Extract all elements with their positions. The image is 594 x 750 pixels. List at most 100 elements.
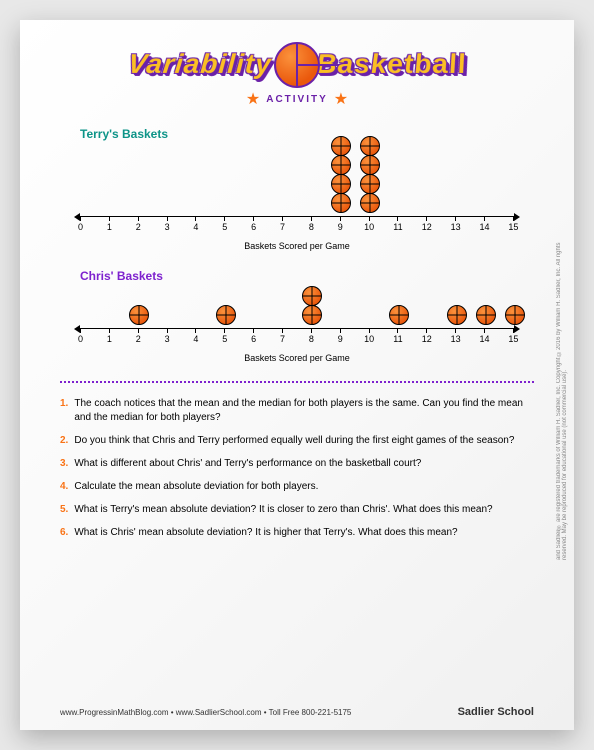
basketball-icon bbox=[302, 305, 322, 325]
basketball-icon bbox=[447, 305, 467, 325]
tick-label: 7 bbox=[280, 222, 285, 232]
tick: 7 bbox=[282, 216, 283, 221]
tick: 5 bbox=[224, 328, 225, 333]
question-text: What is Terry's mean absolute deviation?… bbox=[74, 503, 492, 517]
tick-label: 5 bbox=[222, 222, 227, 232]
dotplot-chris: 0123456789101112131415 bbox=[60, 287, 534, 347]
tick: 6 bbox=[253, 216, 254, 221]
tick: 12 bbox=[426, 328, 427, 333]
tick-label: 9 bbox=[338, 222, 343, 232]
tick-label: 0 bbox=[78, 334, 83, 344]
tick: 2 bbox=[138, 328, 139, 333]
tick-label: 6 bbox=[251, 334, 256, 344]
tick: 12 bbox=[426, 216, 427, 221]
tick: 4 bbox=[195, 216, 196, 221]
basketball-icon bbox=[302, 286, 322, 306]
tick: 8 bbox=[311, 328, 312, 333]
question-item: 5. What is Terry's mean absolute deviatio… bbox=[60, 503, 534, 517]
tick: 4 bbox=[195, 328, 196, 333]
tick-label: 8 bbox=[309, 334, 314, 344]
chris-chart: Chris' Baskets 0123456789101112131415 Ba… bbox=[60, 269, 534, 363]
divider bbox=[60, 381, 534, 383]
x-axis-label: Baskets Scored per Game bbox=[60, 241, 534, 251]
tick: 15 bbox=[513, 328, 514, 333]
star-icon: ★ bbox=[246, 89, 260, 109]
tick-label: 11 bbox=[393, 222, 402, 232]
question-number: 4. bbox=[60, 480, 68, 494]
tick: 6 bbox=[253, 328, 254, 333]
tick: 11 bbox=[397, 216, 398, 221]
question-text: What is Chris' mean absolute deviation? … bbox=[74, 526, 457, 540]
footer-brand: Sadlier School bbox=[458, 706, 534, 718]
question-text: What is different about Chris' and Terry… bbox=[74, 457, 421, 471]
tick-label: 4 bbox=[193, 334, 198, 344]
tick-label: 7 bbox=[280, 334, 285, 344]
tick-label: 2 bbox=[136, 222, 141, 232]
tick-label: 3 bbox=[165, 334, 170, 344]
basketball-icon bbox=[505, 305, 525, 325]
question-item: 6. What is Chris' mean absolute deviation… bbox=[60, 526, 534, 540]
tick-label: 14 bbox=[480, 222, 490, 232]
tick-label: 12 bbox=[422, 222, 432, 232]
basketball-icon bbox=[389, 305, 409, 325]
tick: 7 bbox=[282, 328, 283, 333]
tick: 0 bbox=[80, 216, 81, 221]
tick-label: 5 bbox=[222, 334, 227, 344]
dotplot-terry: 0123456789101112131415 bbox=[60, 145, 534, 235]
basketball-icon bbox=[274, 42, 320, 88]
copyright-sidebar: and Sadlier® are registered trademarks o… bbox=[556, 220, 568, 560]
question-text: Calculate the mean absolute deviation fo… bbox=[74, 480, 318, 494]
question-text: The coach notices that the mean and the … bbox=[74, 397, 534, 425]
star-icon: ★ bbox=[334, 89, 348, 109]
tick-label: 14 bbox=[480, 334, 490, 344]
tick: 2 bbox=[138, 216, 139, 221]
question-item: 2.Do you think that Chris and Terry perf… bbox=[60, 434, 534, 448]
tick: 10 bbox=[369, 216, 370, 221]
tick-label: 1 bbox=[107, 334, 112, 344]
tick: 10 bbox=[369, 328, 370, 333]
question-item: 4. Calculate the mean absolute deviation … bbox=[60, 480, 534, 494]
chart-title-terry: Terry's Baskets bbox=[80, 127, 534, 141]
tick-label: 15 bbox=[508, 222, 518, 232]
tick: 14 bbox=[484, 216, 485, 221]
tick: 11 bbox=[397, 328, 398, 333]
basketball-icon bbox=[331, 155, 351, 175]
question-item: 1.The coach notices that the mean and th… bbox=[60, 397, 534, 425]
header: Variability in Basketball ★ ACTIVITY ★ bbox=[60, 48, 534, 109]
tick-label: 10 bbox=[364, 334, 374, 344]
tick-label: 2 bbox=[136, 334, 141, 344]
question-text: Do you think that Chris and Terry perfor… bbox=[74, 434, 514, 448]
x-axis-label: Baskets Scored per Game bbox=[60, 353, 534, 363]
tick-label: 6 bbox=[251, 222, 256, 232]
tick-label: 12 bbox=[422, 334, 432, 344]
tick-label: 13 bbox=[451, 334, 461, 344]
tick-label: 13 bbox=[451, 222, 461, 232]
basketball-icon bbox=[476, 305, 496, 325]
tick-label: 11 bbox=[393, 334, 402, 344]
tick: 1 bbox=[109, 328, 110, 333]
tick: 13 bbox=[455, 328, 456, 333]
tick-label: 15 bbox=[508, 334, 518, 344]
basketball-icon bbox=[360, 193, 380, 213]
question-number: 3. bbox=[60, 457, 68, 471]
tick: 8 bbox=[311, 216, 312, 221]
terry-chart: Terry's Baskets 0123456789101112131415 B… bbox=[60, 127, 534, 251]
basketball-icon bbox=[360, 155, 380, 175]
tick: 14 bbox=[484, 328, 485, 333]
worksheet-page: Variability in Basketball ★ ACTIVITY ★ T… bbox=[20, 20, 574, 730]
basketball-icon bbox=[331, 174, 351, 194]
tick: 9 bbox=[340, 216, 341, 221]
question-number: 6. bbox=[60, 526, 68, 540]
question-list: 1.The coach notices that the mean and th… bbox=[60, 397, 534, 540]
footer: www.ProgressinMathBlog.com • www.Sadlier… bbox=[60, 706, 534, 718]
tick: 5 bbox=[224, 216, 225, 221]
tick: 15 bbox=[513, 216, 514, 221]
tick: 3 bbox=[167, 216, 168, 221]
basketball-icon bbox=[129, 305, 149, 325]
question-number: 1. bbox=[60, 397, 68, 425]
question-item: 3. What is different about Chris' and Ter… bbox=[60, 457, 534, 471]
question-number: 5. bbox=[60, 503, 68, 517]
basketball-icon bbox=[331, 136, 351, 156]
tick-label: 1 bbox=[107, 222, 112, 232]
basketball-icon bbox=[360, 174, 380, 194]
